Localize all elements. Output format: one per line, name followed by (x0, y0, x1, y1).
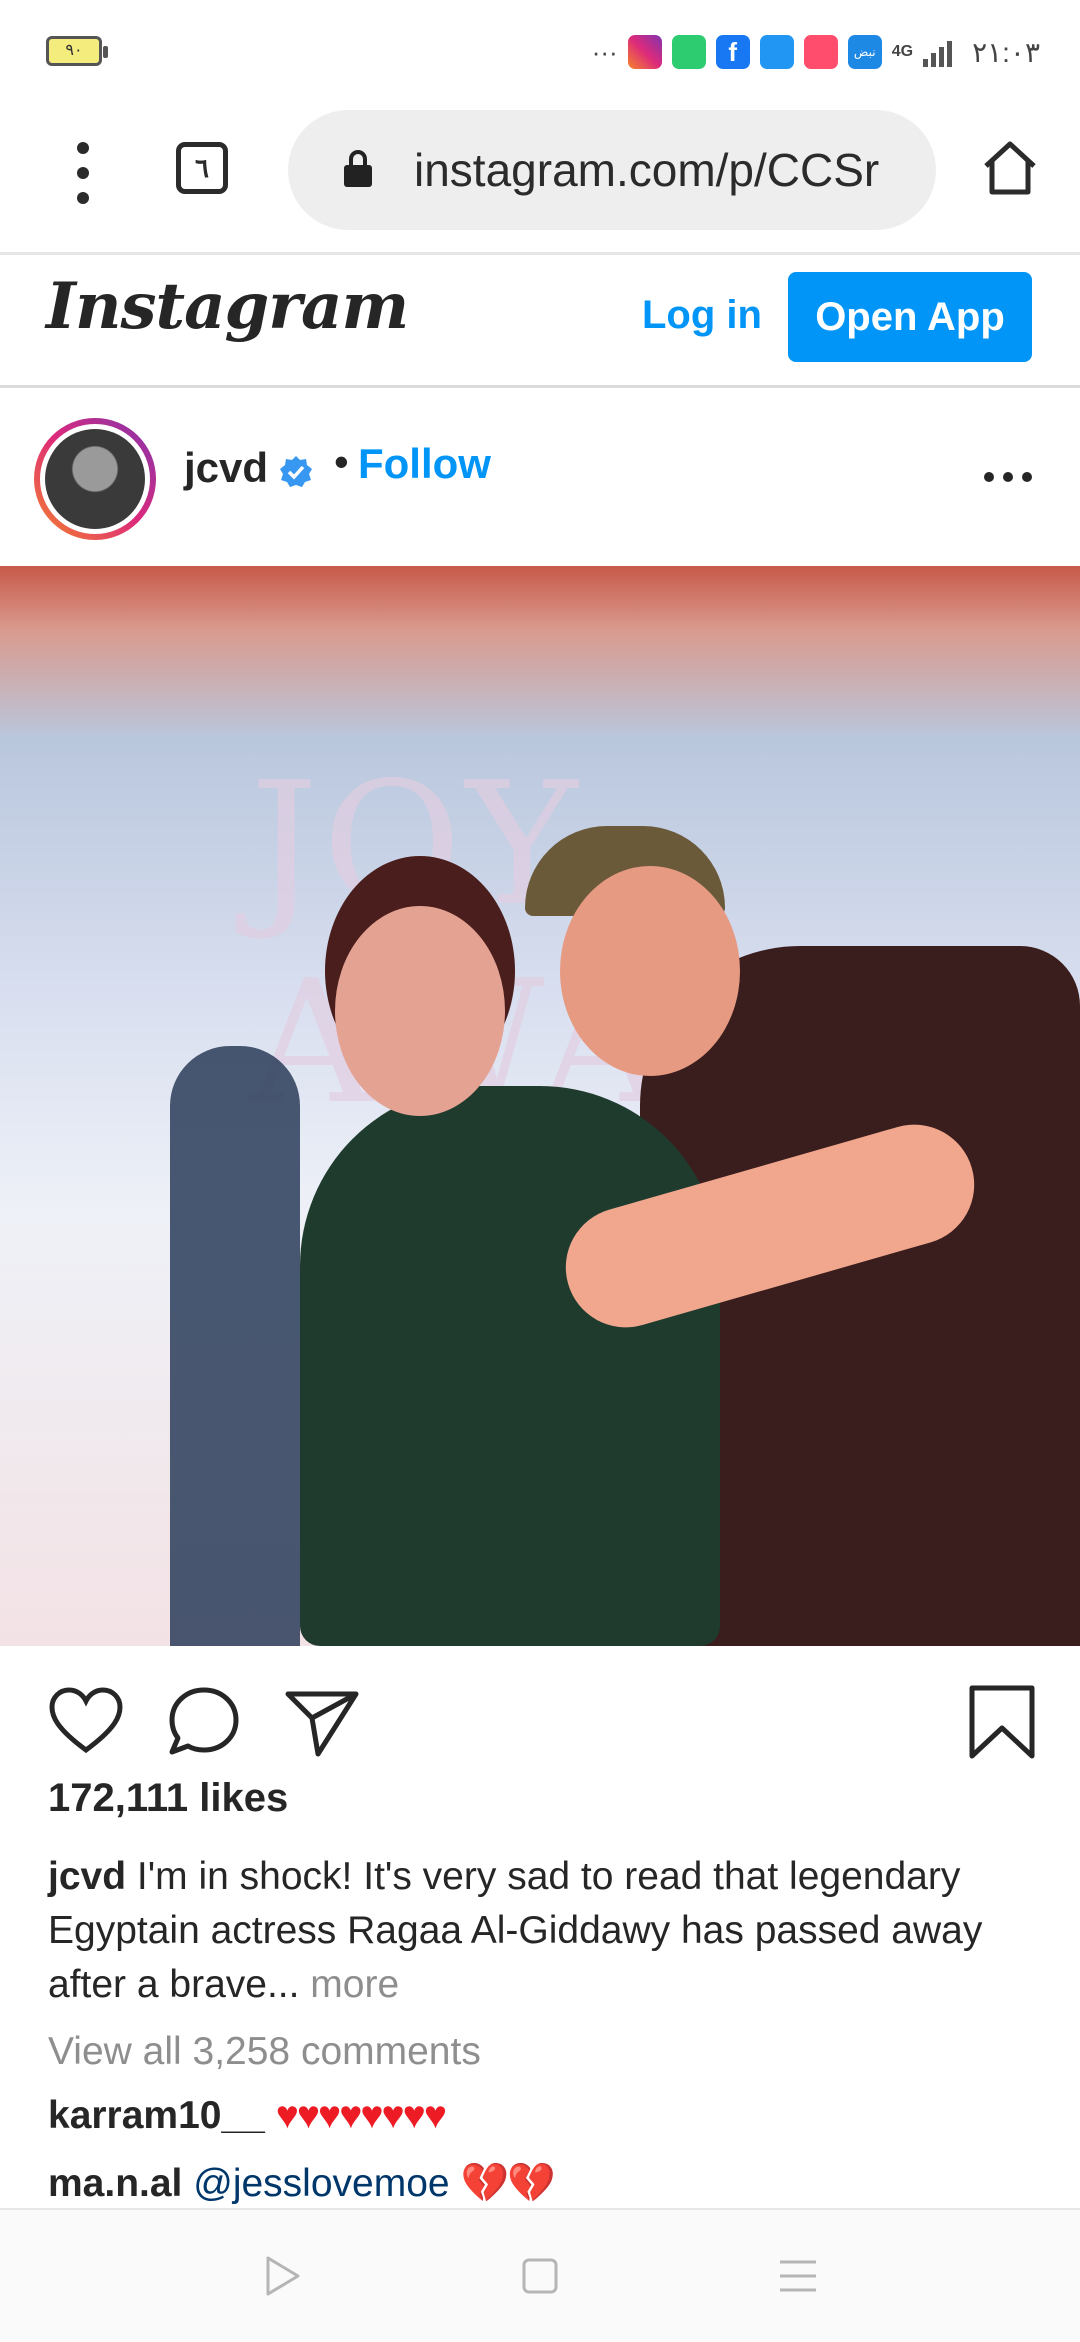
comment-row: karram10__ ♥♥♥♥♥♥♥♥ (48, 2094, 447, 2138)
system-nav-bar (0, 2208, 1080, 2342)
home-nav-icon[interactable] (516, 2252, 564, 2300)
caption-text: I'm in shock! It's very sad to read that… (48, 1855, 983, 2006)
comment-icon[interactable] (164, 1682, 244, 1762)
post-actions (0, 1672, 1080, 1772)
status-bar: ٩٠ ··· f نبض 4G ٢١:٠٣ (0, 0, 1080, 100)
caption-more-link[interactable]: more (299, 1963, 399, 2006)
like-heart-icon[interactable] (46, 1682, 126, 1762)
caption-username[interactable]: jcvd (48, 1855, 126, 1898)
browser-toolbar: ٦ instagram.com/p/CCSr (0, 100, 1080, 255)
background-person (170, 1046, 300, 1646)
comment-text: 💔💔 (460, 2162, 555, 2205)
instagram-icon (627, 35, 662, 69)
comment-row: ma.n.al @jesslovemoe 💔💔 (48, 2160, 556, 2206)
like-count[interactable]: 172,111 likes (48, 1776, 288, 1821)
facebook-icon: f (715, 35, 750, 69)
news-app-icon: نبض (847, 35, 882, 69)
home-icon[interactable] (980, 138, 1040, 198)
url-text[interactable]: instagram.com/p/CCSr (414, 110, 914, 230)
tab-switcher-button[interactable]: ٦ (176, 142, 228, 194)
post-image[interactable]: JOY AWARDS (0, 566, 1080, 1646)
avatar[interactable] (34, 418, 156, 540)
menu-icon[interactable] (76, 142, 90, 204)
battery-indicator: ٩٠ (46, 36, 108, 66)
verified-badge-icon (280, 456, 312, 487)
login-button[interactable]: Log in (642, 255, 762, 375)
comment-username[interactable]: karram10__ (48, 2094, 265, 2137)
open-app-button[interactable]: Open App (788, 272, 1032, 362)
post-header: jcvd • Follow (0, 388, 1080, 566)
comment-mention[interactable]: @jesslovemoe (193, 2162, 449, 2205)
post-caption: jcvd I'm in shock! It's very sad to read… (48, 1850, 1038, 2012)
signal-icon (923, 37, 953, 67)
clock: ٢١:٠٣ (972, 36, 1040, 68)
address-bar[interactable]: instagram.com/p/CCSr (288, 110, 936, 230)
separator-dot: • (334, 438, 349, 485)
shield-icon (671, 35, 706, 69)
share-icon[interactable] (282, 1682, 362, 1762)
recents-nav-icon[interactable] (774, 2252, 822, 2300)
view-all-comments-link[interactable]: View all 3,258 comments (48, 2030, 481, 2074)
instagram-logo[interactable]: Instagram (46, 269, 409, 344)
more-options-icon[interactable] (984, 472, 1032, 484)
man-head (560, 866, 740, 1076)
bookmark-icon[interactable] (962, 1682, 1042, 1762)
status-icons: ··· f نبض 4G ٢١:٠٣ (592, 30, 1040, 74)
back-nav-icon[interactable] (258, 2252, 306, 2300)
overflow-indicator: ··· (591, 36, 618, 67)
mail-app-icon (803, 35, 838, 69)
woman-head (335, 906, 505, 1116)
follow-button[interactable]: Follow (358, 440, 491, 488)
instagram-header: Instagram Log in Open App (0, 255, 1080, 388)
comment-text: ♥♥♥♥♥♥♥♥ (275, 2094, 447, 2137)
network-type: 4G (891, 43, 914, 60)
share-app-icon (759, 35, 794, 69)
post-username[interactable]: jcvd (184, 444, 268, 492)
lock-icon (344, 150, 372, 187)
woman-figure (300, 1086, 720, 1646)
comment-username[interactable]: ma.n.al (48, 2162, 182, 2205)
